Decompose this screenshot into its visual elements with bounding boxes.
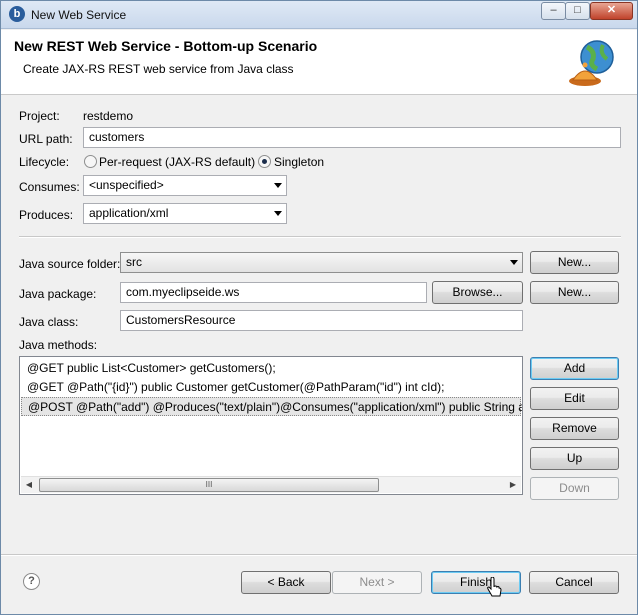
url-path-input[interactable]: customers bbox=[83, 127, 621, 148]
methods-label: Java methods: bbox=[19, 338, 98, 352]
new-package-button[interactable]: New... bbox=[530, 281, 619, 304]
move-up-button[interactable]: Up bbox=[530, 447, 619, 470]
lifecycle-label: Lifecycle: bbox=[19, 155, 70, 169]
back-button[interactable]: < Back bbox=[241, 571, 331, 594]
help-icon[interactable]: ? bbox=[23, 573, 40, 590]
package-label: Java package: bbox=[19, 287, 97, 301]
per-request-radio-label[interactable]: Per-request (JAX-RS default) bbox=[99, 155, 255, 169]
section-divider bbox=[19, 236, 621, 238]
project-value: restdemo bbox=[83, 109, 134, 123]
myeclipse-logo-icon: b bbox=[9, 6, 25, 22]
chevron-down-icon bbox=[510, 260, 518, 265]
scrollbar-thumb[interactable]: III bbox=[39, 478, 379, 492]
title-bar[interactable]: b New Web Service – □ ✕ bbox=[1, 1, 637, 29]
produces-combo[interactable]: application/xml bbox=[83, 203, 287, 224]
chevron-down-icon bbox=[274, 183, 282, 188]
project-label: Project: bbox=[19, 109, 60, 123]
finish-button[interactable]: Finish bbox=[431, 571, 521, 594]
list-item[interactable]: @GET @Path("{id}") public Customer getCu… bbox=[21, 378, 521, 397]
consumes-combo[interactable]: <unspecified> bbox=[83, 175, 287, 196]
move-down-button[interactable]: Down bbox=[530, 477, 619, 500]
footer-divider bbox=[1, 554, 637, 556]
class-input[interactable]: CustomersResource bbox=[120, 310, 523, 331]
singleton-radio-label[interactable]: Singleton bbox=[274, 155, 324, 169]
add-method-button[interactable]: Add bbox=[530, 357, 619, 380]
new-web-service-dialog: b New Web Service – □ ✕ New REST Web Ser… bbox=[0, 0, 638, 615]
wizard-description: Create JAX-RS REST web service from Java… bbox=[23, 62, 294, 76]
package-input[interactable]: com.myeclipseide.ws bbox=[120, 282, 427, 303]
singleton-radio[interactable] bbox=[258, 155, 271, 168]
list-item-selected[interactable]: @POST @Path("add") @Produces("text/plain… bbox=[21, 397, 522, 416]
browse-package-button[interactable]: Browse... bbox=[432, 281, 523, 304]
maximize-button[interactable]: □ bbox=[565, 2, 590, 20]
wizard-title: New REST Web Service - Bottom-up Scenari… bbox=[14, 38, 318, 54]
consumes-label: Consumes: bbox=[19, 180, 80, 194]
chevron-down-icon bbox=[274, 211, 282, 216]
scroll-left-arrow-icon[interactable]: ◀ bbox=[21, 477, 37, 493]
per-request-radio[interactable] bbox=[84, 155, 97, 168]
edit-method-button[interactable]: Edit bbox=[530, 387, 619, 410]
produces-value: application/xml bbox=[89, 206, 169, 220]
source-folder-label: Java source folder: bbox=[19, 257, 121, 271]
consumes-value: <unspecified> bbox=[89, 178, 164, 192]
globe-bell-icon bbox=[569, 40, 614, 86]
produces-label: Produces: bbox=[19, 208, 74, 222]
hand-cursor-icon bbox=[487, 577, 502, 597]
new-source-folder-button[interactable]: New... bbox=[530, 251, 619, 274]
source-folder-combo[interactable]: src bbox=[120, 252, 523, 273]
horizontal-scrollbar[interactable]: ◀ III ▶ bbox=[21, 476, 521, 493]
wizard-banner: New REST Web Service - Bottom-up Scenari… bbox=[1, 30, 637, 95]
window-title: New Web Service bbox=[31, 8, 127, 22]
source-folder-value: src bbox=[126, 255, 142, 269]
minimize-button[interactable]: – bbox=[541, 2, 566, 20]
list-item[interactable]: @GET public List<Customer> getCustomers(… bbox=[21, 359, 521, 378]
url-path-label: URL path: bbox=[19, 132, 73, 146]
methods-list[interactable]: @GET public List<Customer> getCustomers(… bbox=[19, 356, 523, 495]
remove-method-button[interactable]: Remove bbox=[530, 417, 619, 440]
cancel-button[interactable]: Cancel bbox=[529, 571, 619, 594]
close-button[interactable]: ✕ bbox=[590, 2, 633, 20]
class-label: Java class: bbox=[19, 315, 79, 329]
scroll-right-arrow-icon[interactable]: ▶ bbox=[505, 477, 521, 493]
next-button[interactable]: Next > bbox=[332, 571, 422, 594]
